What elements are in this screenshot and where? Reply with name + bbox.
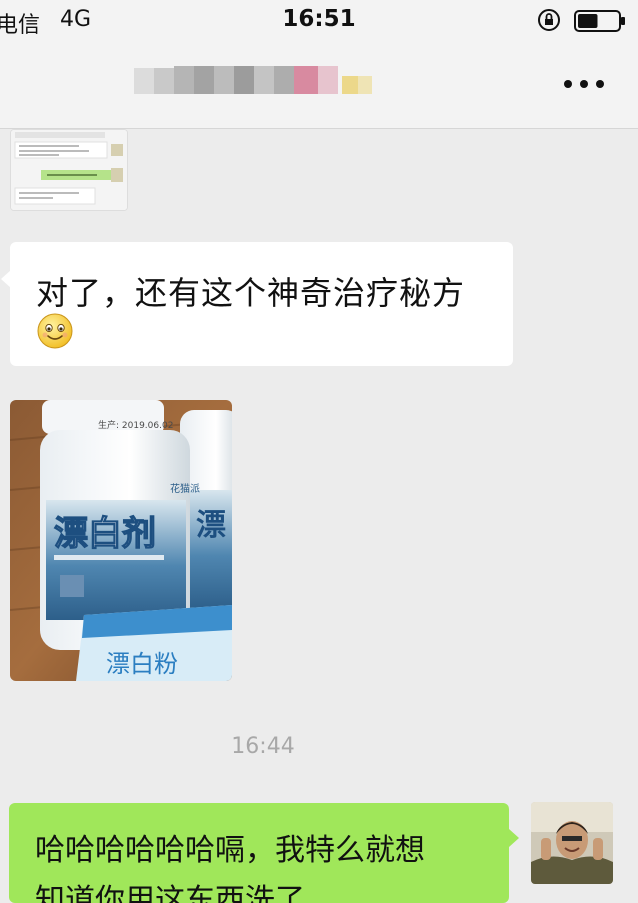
outgoing-text-line: 哈哈哈哈哈哈嗝，我特么就想 bbox=[35, 833, 425, 868]
status-bar: 电信 4G 16:51 bbox=[0, 0, 638, 40]
screenshot-thumbnail-message[interactable] bbox=[10, 129, 128, 211]
chat-header bbox=[0, 40, 638, 129]
avatar[interactable] bbox=[531, 802, 613, 884]
outgoing-text-line: 知道你用这东西洗了 bbox=[35, 883, 305, 903]
bubble-tail bbox=[509, 829, 519, 847]
bleach-photo-message[interactable]: 漂 生产: 2019.06.02 漂白剂 花猫派 漂白粉 bbox=[10, 400, 232, 681]
bottle-date: 生产: 2019.06.02 bbox=[98, 419, 173, 431]
bottle-label: 漂白剂 bbox=[54, 514, 156, 554]
incoming-text-bubble[interactable]: 对了，还有这个神奇治疗秘方 bbox=[1, 242, 513, 366]
orientation-lock-icon bbox=[538, 9, 560, 31]
more-dots-icon[interactable] bbox=[556, 70, 612, 98]
chat-title-obscured bbox=[134, 66, 372, 94]
chat-area[interactable]: 对了，还有这个神奇治疗秘方 漂 生产: 2019.06.02 漂白剂 花猫派 漂… bbox=[0, 129, 638, 903]
svg-text:漂: 漂 bbox=[196, 508, 226, 543]
sachet-label: 漂白粉 bbox=[106, 650, 178, 678]
outgoing-text-bubble[interactable]: 哈哈哈哈哈哈嗝，我特么就想 知道你用这东西洗了 bbox=[9, 803, 509, 903]
message-timestamp: 16:44 bbox=[231, 734, 295, 759]
bottle-brand: 花猫派 bbox=[170, 482, 200, 495]
message-text: 对了，还有这个神奇治疗秘方 bbox=[36, 274, 466, 312]
battery-icon bbox=[574, 10, 625, 32]
smile-icon bbox=[37, 313, 73, 349]
